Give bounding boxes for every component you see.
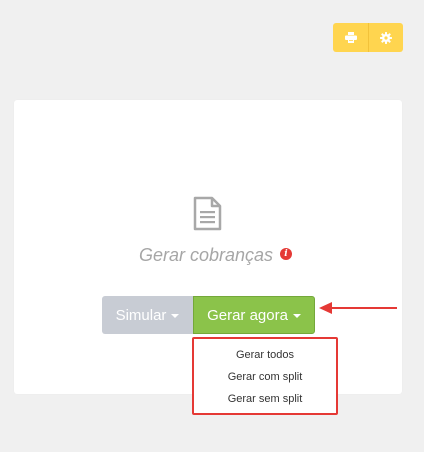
gerar-agora-label: Gerar agora [207,306,288,324]
menu-item-gerar-com-split[interactable]: Gerar com split [194,366,336,388]
document-icon [193,196,222,231]
info-icon[interactable]: i [280,248,292,260]
simular-button[interactable]: Simular [102,296,193,334]
settings-button[interactable] [368,23,403,52]
page-title: Gerar cobranças [139,245,274,265]
menu-item-gerar-todos[interactable]: Gerar todos [194,344,336,366]
gerar-agora-button[interactable]: Gerar agora [193,296,315,334]
gerar-dropdown-menu: Gerar todos Gerar com split Gerar sem sp… [192,337,338,415]
print-button[interactable] [333,23,368,52]
top-toolbar [333,23,403,52]
chevron-down-icon [292,314,301,318]
menu-item-gerar-sem-split[interactable]: Gerar sem split [194,388,336,410]
chevron-down-icon [171,314,180,318]
gear-icon [380,31,392,44]
print-icon [344,32,357,43]
annotation-arrow [319,302,397,314]
simular-label: Simular [115,306,167,324]
